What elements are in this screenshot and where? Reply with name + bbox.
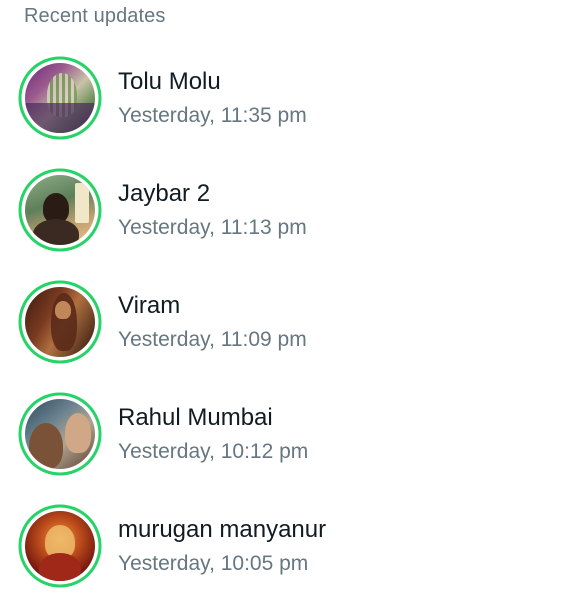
update-time: Yesterday, 11:13 pm — [118, 216, 307, 239]
status-item[interactable]: Rahul Mumbai Yesterday, 10:12 pm — [0, 392, 579, 504]
recent-updates-heading: Recent updates — [24, 5, 166, 27]
avatar — [25, 399, 95, 469]
contact-name: Viram — [118, 292, 181, 319]
update-time: Yesterday, 10:12 pm — [118, 440, 309, 463]
status-list: Tolu Molu Yesterday, 11:35 pm Jaybar 2 Y… — [0, 56, 579, 616]
status-item[interactable]: Tolu Molu Yesterday, 11:35 pm — [0, 56, 579, 168]
contact-name: Tolu Molu — [118, 68, 221, 95]
contact-name: Jaybar 2 — [118, 180, 211, 207]
update-time: Yesterday, 11:35 pm — [118, 104, 307, 127]
avatar — [25, 63, 95, 133]
avatar — [25, 287, 95, 357]
status-item[interactable]: murugan manyanur Yesterday, 10:05 pm — [0, 504, 579, 616]
status-item[interactable]: Viram Yesterday, 11:09 pm — [0, 280, 579, 392]
status-item[interactable]: Jaybar 2 Yesterday, 11:13 pm — [0, 168, 579, 280]
avatar — [25, 175, 95, 245]
update-time: Yesterday, 10:05 pm — [118, 552, 309, 575]
contact-name: Rahul Mumbai — [118, 404, 273, 431]
avatar — [25, 511, 95, 581]
update-time: Yesterday, 11:09 pm — [118, 328, 307, 351]
contact-name: murugan manyanur — [118, 516, 327, 543]
